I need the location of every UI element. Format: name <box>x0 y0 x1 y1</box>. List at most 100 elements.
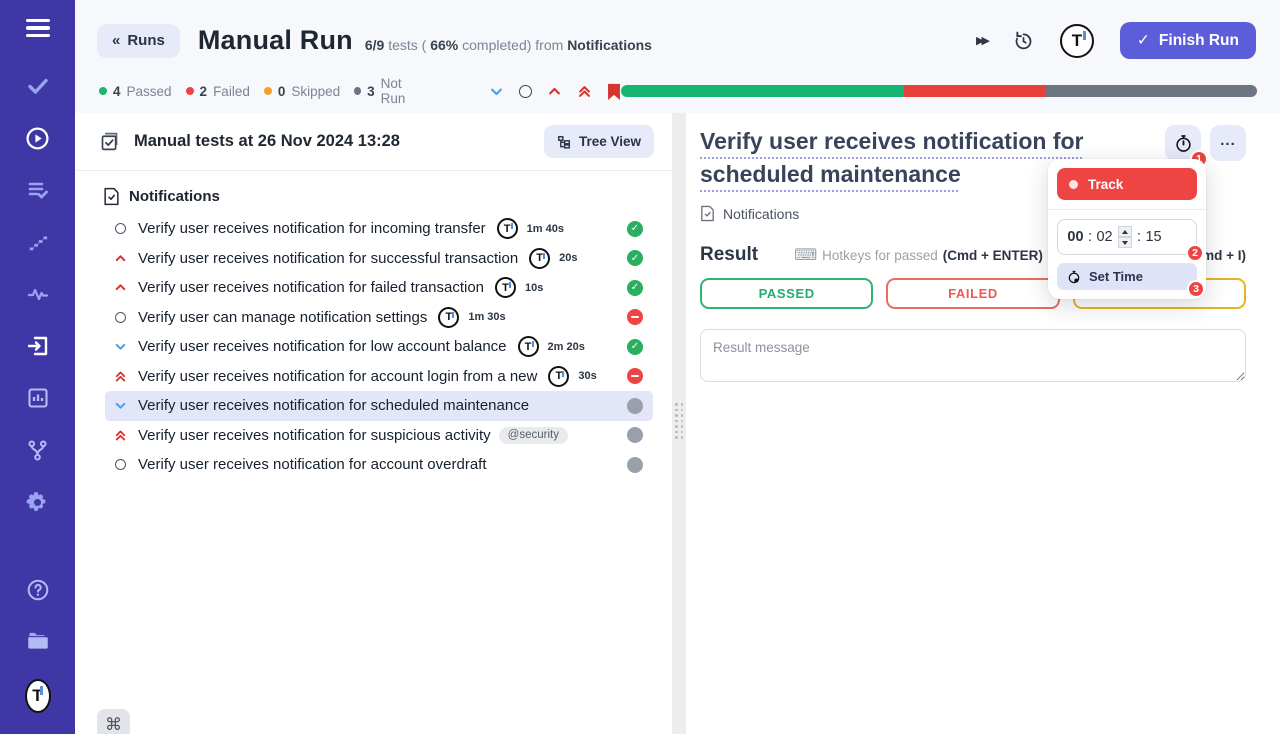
testomat-logo-icon: T <box>517 336 539 358</box>
test-title: Verify user receives notification for su… <box>138 426 491 444</box>
stepper-up-button[interactable] <box>1118 226 1133 237</box>
suite-file-icon <box>103 187 120 206</box>
status-count-not-run[interactable]: 3 Not Run <box>354 76 423 106</box>
back-to-runs-button[interactable]: « Runs <box>97 23 180 58</box>
test-row[interactable]: Verify user receives notification for fa… <box>105 273 653 303</box>
main-area: « Runs Manual Run 6/9 tests ( 66% comple… <box>75 0 1280 734</box>
stopwatch-gear-icon <box>1067 270 1081 284</box>
track-button[interactable]: Track <box>1057 168 1197 200</box>
status-dot-icon <box>185 87 194 95</box>
time-input-group: 00 : 02 : 15 2 <box>1057 219 1204 262</box>
test-status-notrun-icon <box>627 427 643 444</box>
test-duration: 20s <box>559 252 578 265</box>
timer-history-icon[interactable] <box>1013 30 1034 51</box>
double-chevron-left-icon: « <box>112 32 121 49</box>
chevron-up-filter-icon[interactable] <box>547 84 562 99</box>
test-status-passed-icon: ✓ <box>627 279 643 296</box>
menu-icon[interactable] <box>25 16 51 40</box>
passed-button[interactable]: PASSED <box>700 278 874 309</box>
status-count-passed[interactable]: 4 Passed <box>99 84 172 99</box>
priority-normal-icon <box>115 311 126 323</box>
tree-view-button[interactable]: Tree View <box>543 125 654 158</box>
login-icon[interactable] <box>25 334 51 358</box>
record-dot-icon <box>1069 179 1078 189</box>
test-row[interactable]: Verify user can manage notification sett… <box>105 303 653 333</box>
result-message-input[interactable] <box>700 329 1246 382</box>
status-count-skipped[interactable]: 0 Skipped <box>263 84 340 99</box>
list-check-icon[interactable] <box>25 178 51 202</box>
priority-highest-icon <box>115 371 126 382</box>
priority-icon <box>113 370 128 383</box>
hours-input[interactable]: 00 <box>1067 229 1084 245</box>
testomat-logo-icon: T <box>495 277 517 299</box>
priority-normal-icon <box>115 223 126 235</box>
test-row[interactable]: Verify user receives notification for ac… <box>105 450 653 480</box>
test-title: Verify user receives notification for ac… <box>138 456 487 474</box>
test-title: Verify user receives notification for in… <box>138 220 486 238</box>
pulse-icon[interactable] <box>25 282 51 306</box>
circle-filter-icon[interactable] <box>519 84 533 98</box>
test-status-notrun-icon <box>627 456 643 473</box>
finish-run-button[interactable]: ✓ Finish Run <box>1119 22 1256 59</box>
priority-high-icon <box>115 284 126 291</box>
priority-highest-icon <box>115 430 126 441</box>
test-row[interactable]: Verify user receives notification for su… <box>105 244 653 274</box>
test-duration: 1m 30s <box>468 311 506 324</box>
status-count-failed[interactable]: 2 Failed <box>185 84 250 99</box>
page-title: Manual Run <box>197 25 353 55</box>
test-row[interactable]: Verify user receives notification for su… <box>105 421 653 451</box>
test-row[interactable]: Verify user receives notification for in… <box>105 214 653 244</box>
test-row[interactable]: Verify user receives notification for ac… <box>105 362 653 392</box>
testomat-logo-icon: T <box>548 365 570 387</box>
more-options-button[interactable]: ... <box>1210 125 1246 161</box>
stopwatch-icon <box>1174 134 1193 153</box>
test-title: Verify user receives notification for sc… <box>138 397 530 415</box>
drag-handle-dots <box>675 403 683 439</box>
test-duration: 2m 20s <box>547 340 585 353</box>
failed-button[interactable]: FAILED <box>886 278 1060 309</box>
timer-button[interactable]: 1 <box>1165 125 1208 168</box>
test-tag[interactable]: @security <box>498 426 568 444</box>
panel-resize-handle[interactable] <box>672 113 686 734</box>
bookmark-filter-icon[interactable] <box>607 83 621 100</box>
stepper-down-button[interactable] <box>1118 237 1133 248</box>
bar-chart-icon[interactable] <box>25 386 51 410</box>
priority-icon <box>113 459 128 471</box>
minutes-input[interactable]: 02 <box>1096 229 1113 245</box>
branch-icon[interactable] <box>25 438 51 462</box>
file-icon <box>700 205 715 222</box>
tree-icon <box>557 135 571 149</box>
gear-icon[interactable] <box>25 490 51 514</box>
check-icon: ✓ <box>1136 32 1150 49</box>
set-time-button[interactable]: Set Time 3 <box>1057 263 1205 298</box>
test-title: Verify user receives notification for lo… <box>138 338 507 356</box>
test-row[interactable]: Verify user receives notification for lo… <box>105 332 653 362</box>
test-duration: 1m 40s <box>526 222 564 235</box>
steps-icon[interactable] <box>25 230 51 254</box>
testomat-avatar-icon[interactable]: T <box>1059 23 1094 58</box>
fast-forward-icon[interactable]: ▶▶ <box>976 34 990 47</box>
chevron-down-filter-icon[interactable] <box>489 84 504 99</box>
test-title: Verify user can manage notification sett… <box>138 308 428 326</box>
testomat-logo-icon[interactable]: T <box>24 678 51 714</box>
testomat-logo-icon: T <box>529 247 551 269</box>
seconds-input[interactable]: 15 <box>1145 229 1162 245</box>
folder-icon[interactable] <box>25 628 51 652</box>
test-status-notrun-icon <box>627 397 643 414</box>
priority-low-icon <box>115 344 126 350</box>
play-circle-icon[interactable] <box>25 126 51 150</box>
double-chevron-up-filter-icon[interactable] <box>577 84 592 99</box>
priority-icon <box>113 429 128 442</box>
test-row[interactable]: Verify user receives notification for sc… <box>105 391 653 421</box>
progress-segment-passed <box>621 85 905 97</box>
priority-high-icon <box>115 255 126 261</box>
help-icon[interactable] <box>25 578 51 602</box>
filter-icons <box>489 83 621 100</box>
suite-row[interactable]: Notifications <box>75 171 672 214</box>
priority-icon <box>113 223 128 235</box>
command-palette-button[interactable]: ⌘ <box>97 709 130 734</box>
test-status-failed-icon <box>627 368 643 385</box>
check-icon[interactable] <box>25 74 51 98</box>
status-dot-icon <box>263 87 272 95</box>
test-status-failed-icon <box>627 309 643 326</box>
